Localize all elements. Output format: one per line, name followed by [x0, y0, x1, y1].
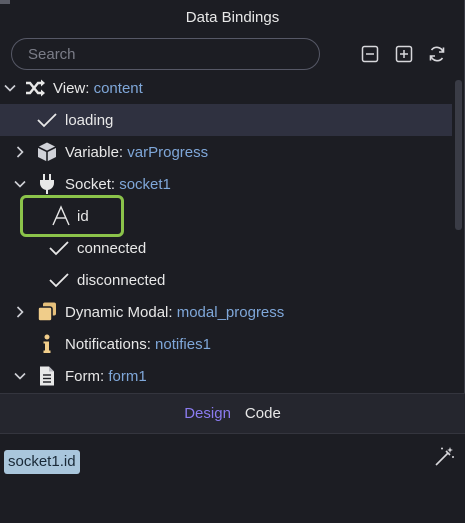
tree-node-socket[interactable]: Socket: socket1 [0, 168, 452, 200]
tree-node-label: Dynamic Modal: modal_progress [65, 303, 285, 321]
tree-node-label: disconnected [77, 271, 166, 289]
tree-node-disconnected[interactable]: disconnected [0, 264, 452, 296]
search-toolbar [0, 36, 465, 74]
binding-token[interactable]: socket1.id [4, 450, 80, 474]
mode-tabs: Design Code [0, 393, 465, 433]
collapse-all-button[interactable] [360, 44, 380, 64]
tree-node-label: View: content [53, 79, 143, 97]
document-icon [36, 365, 58, 387]
tree-node-label: id [77, 207, 89, 225]
minus-square-icon [361, 45, 379, 63]
chevron-down-icon[interactable] [2, 80, 18, 96]
tree-node-id[interactable]: id [0, 200, 452, 232]
chevron-down-icon[interactable] [12, 368, 28, 384]
text-a-icon [50, 205, 72, 227]
tree-node-label: Notifications: notifies1 [65, 335, 211, 353]
stacked-windows-icon [36, 301, 58, 323]
scrollbar-thumb[interactable] [455, 80, 462, 230]
check-icon [36, 109, 58, 131]
tree-node-form[interactable]: Form: form1 [0, 360, 452, 392]
info-icon [36, 333, 58, 355]
tree-node-label: connected [77, 239, 147, 257]
tree-node-variable[interactable]: Variable: varProgress [0, 136, 452, 168]
tab-code[interactable]: Code [245, 405, 281, 422]
tree-node-notifications[interactable]: Notifications: notifies1 [0, 328, 452, 360]
tree-node-label: loading [65, 111, 114, 129]
tree-node-label: Variable: varProgress [65, 143, 209, 161]
tree-scrollbar[interactable] [452, 74, 464, 392]
chevron-down-icon[interactable] [12, 176, 28, 192]
tree-node-dynamic-modal[interactable]: Dynamic Modal: modal_progress [0, 296, 452, 328]
check-icon [48, 237, 70, 259]
plug-icon [36, 173, 58, 195]
shuffle-icon [24, 77, 46, 99]
binding-tree: View: content loading Variable: varProgr… [0, 74, 452, 392]
panel-title: Data Bindings [185, 8, 280, 26]
tree-node-label: Socket: socket1 [65, 175, 171, 193]
cube-icon [36, 141, 58, 163]
data-bindings-panel: Data Bindings Search View: content loadi… [0, 0, 465, 523]
search-input[interactable] [11, 38, 320, 70]
magic-wand-button[interactable] [433, 446, 455, 468]
magic-wand-icon [435, 447, 454, 466]
tree-node-connected[interactable]: connected [0, 232, 452, 264]
plus-square-icon [395, 45, 413, 63]
check-icon [48, 269, 70, 291]
chevron-right-icon[interactable] [12, 144, 28, 160]
tree-node-loading[interactable]: loading [0, 104, 452, 136]
expand-all-button[interactable] [394, 44, 414, 64]
refresh-button[interactable] [427, 44, 447, 64]
tree-node-label: Form: form1 [65, 367, 147, 385]
binding-expression-editor[interactable]: socket1.id [0, 433, 465, 523]
chevron-right-icon[interactable] [12, 304, 28, 320]
tab-design[interactable]: Design [184, 405, 231, 422]
refresh-icon [429, 46, 445, 62]
tree-node-view[interactable]: View: content [0, 74, 452, 104]
